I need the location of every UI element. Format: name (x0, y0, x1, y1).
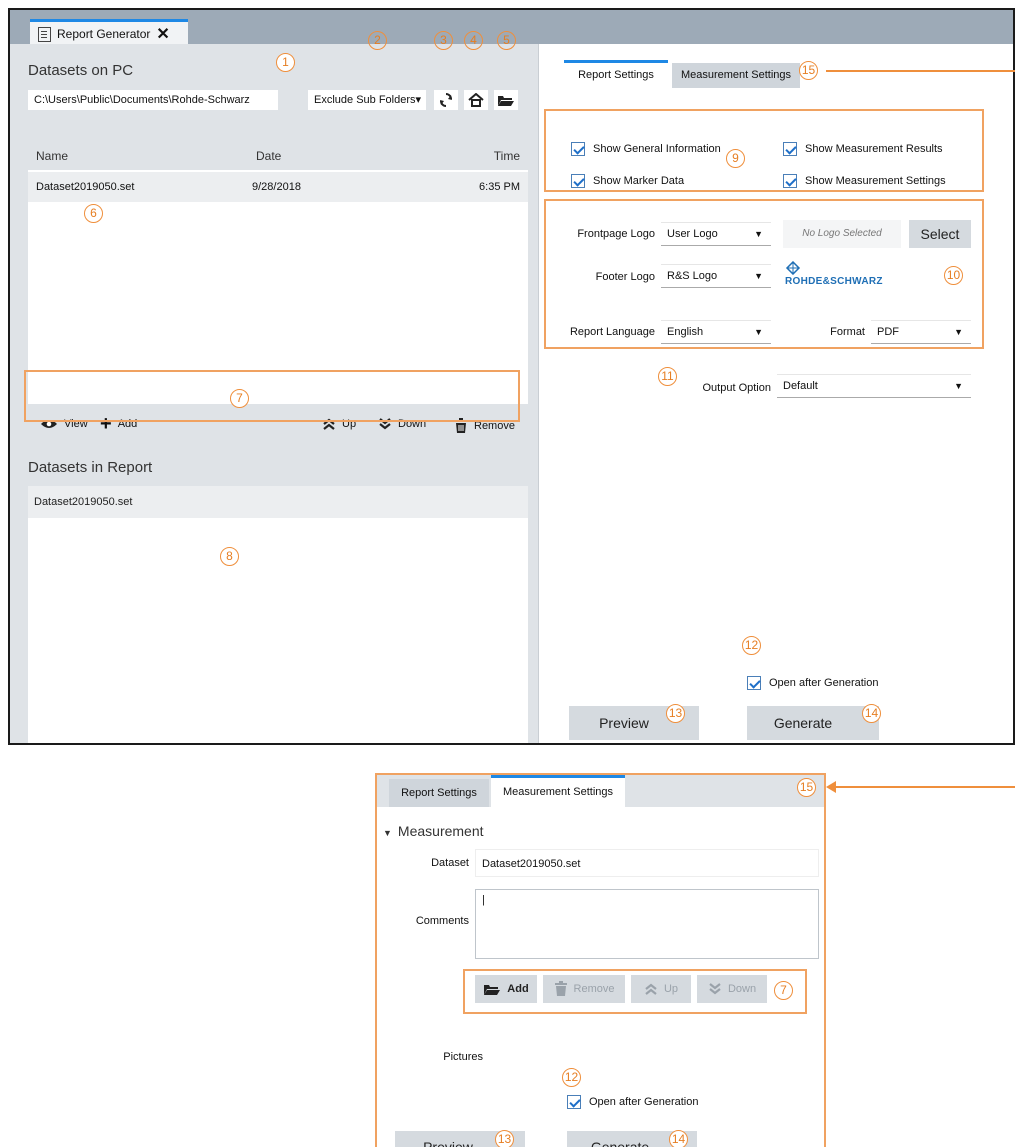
callout-12: 12 (742, 636, 761, 655)
measurement-section-header[interactable]: ▼ Measurement (383, 823, 484, 839)
table-row[interactable]: Dataset2019050.set 9/28/2018 6:35 PM (28, 172, 528, 202)
row-name: Dataset2019050.set (36, 181, 135, 193)
close-icon[interactable]: ✕ (156, 24, 169, 44)
callout-line (826, 70, 1015, 72)
tab-report-settings[interactable]: Report Settings (389, 779, 489, 807)
refresh-button[interactable] (434, 90, 458, 110)
callout-10: 10 (944, 266, 963, 285)
callout-13: 13 (495, 1130, 514, 1147)
callout-11: 11 (658, 367, 677, 386)
home-button[interactable] (464, 90, 488, 110)
checkbox-label: Open after Generation (769, 677, 879, 689)
picture-buttons-outline (463, 969, 807, 1014)
dataset-label: Dataset (431, 857, 469, 869)
row-date: 9/28/2018 (252, 181, 301, 193)
callout-4: 4 (464, 31, 483, 50)
column-date-header: Date (256, 149, 282, 163)
open-after-generation-checkbox[interactable]: Open after Generation (567, 1095, 698, 1109)
checkbox-group-outline (544, 109, 984, 192)
tab-report-settings[interactable]: Report Settings (564, 60, 668, 88)
tab-measurement-settings[interactable]: Measurement Settings (491, 775, 625, 807)
callout-15: 15 (797, 778, 816, 797)
callout-13: 13 (666, 704, 685, 723)
tab-title: Report Generator (57, 27, 151, 41)
arrow-icon (826, 781, 836, 793)
callout-6: 6 (84, 204, 103, 223)
logo-settings-outline (544, 199, 984, 349)
select-value: Default (783, 380, 818, 392)
checkbox-label: Open after Generation (589, 1096, 699, 1108)
callout-line (835, 786, 1015, 788)
generate-button[interactable]: Generate (747, 706, 879, 740)
subfolders-dropdown[interactable]: Exclude Sub Folders▾ (308, 90, 426, 110)
callout-2: 2 (368, 31, 387, 50)
callout-7: 7 (774, 981, 793, 1000)
checkbox-icon (567, 1095, 581, 1109)
tab-measurement-settings[interactable]: Measurement Settings (672, 63, 800, 88)
report-generator-tab[interactable]: Report Generator ✕ (30, 19, 188, 46)
output-option-label: Output Option (702, 382, 772, 394)
comments-label: Comments (415, 915, 469, 927)
callout-14: 14 (669, 1130, 688, 1147)
callout-3: 3 (434, 31, 453, 50)
datasets-on-pc-title: Datasets on PC (28, 62, 134, 79)
callout-8: 8 (220, 547, 239, 566)
row-time: 6:35 PM (479, 181, 520, 193)
callout-7: 7 (230, 389, 249, 408)
refresh-icon (440, 93, 452, 107)
datasets-in-report-title: Datasets in Report (28, 459, 153, 476)
collapse-triangle-icon: ▼ (383, 828, 392, 838)
toolbar-outline (24, 370, 520, 422)
path-field[interactable]: C:\Users\Public\Documents\Rohde-Schwarz (28, 90, 278, 110)
callout-12: 12 (562, 1068, 581, 1087)
column-name-header: Name (36, 149, 69, 163)
measurement-settings-panel: Report Settings Measurement Settings ▼ Me… (375, 773, 826, 1147)
callout-14: 14 (862, 704, 881, 723)
folder-open-icon (498, 95, 514, 106)
callout-9: 9 (726, 149, 745, 168)
comments-textarea[interactable]: | (475, 889, 819, 959)
callout-15: 15 (799, 61, 818, 80)
pictures-label: Pictures (443, 1051, 483, 1063)
open-folder-button[interactable] (494, 90, 518, 110)
column-time-header: Time (493, 149, 520, 163)
list-item[interactable]: Dataset2019050.set (28, 486, 528, 518)
dataset-field[interactable]: Dataset2019050.set (475, 849, 819, 877)
checkbox-icon (747, 676, 761, 690)
table-header: Name Date Time (28, 144, 528, 170)
dropdown-arrow-icon: ▼ (954, 381, 963, 391)
document-icon (38, 26, 51, 42)
report-datasets-list: Dataset2019050.set (28, 486, 528, 743)
output-option-select[interactable]: Default ▼ (777, 374, 971, 398)
callout-5: 5 (497, 31, 516, 50)
measurement-header-text: Measurement (397, 823, 484, 839)
home-icon (468, 93, 484, 107)
open-after-generation-checkbox[interactable]: Open after Generation (747, 676, 878, 690)
callout-1: 1 (276, 53, 295, 72)
